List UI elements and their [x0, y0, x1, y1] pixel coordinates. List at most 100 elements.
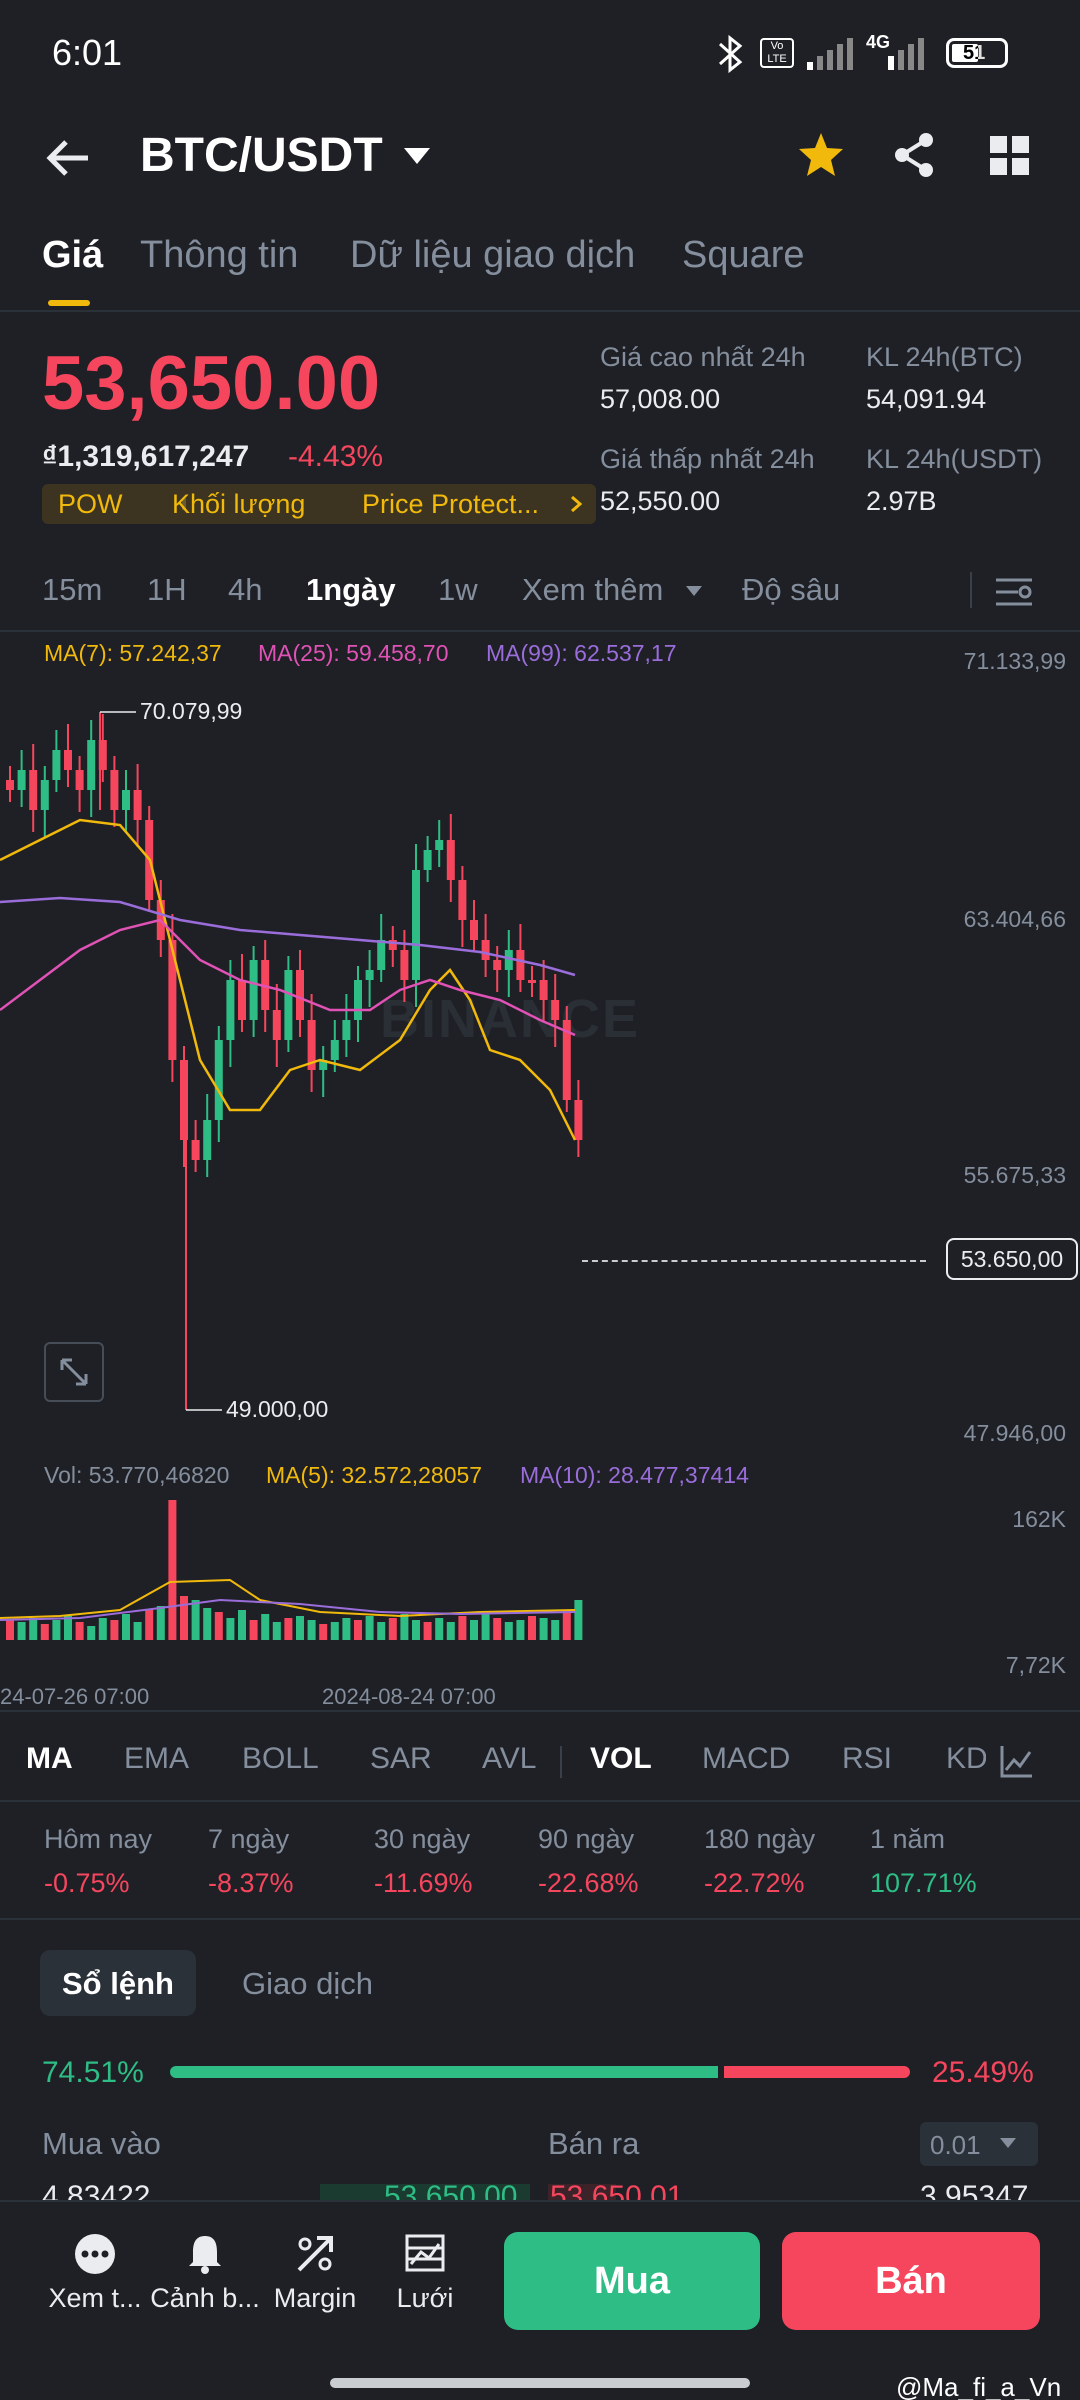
tab-orderbook[interactable]: Sổ lệnh: [40, 1950, 196, 2016]
perf-label: 1 năm: [870, 1824, 946, 1854]
tf-depth[interactable]: Độ sâu: [742, 572, 840, 608]
tab-square[interactable]: Square: [682, 234, 805, 277]
volume-bar: [249, 1620, 258, 1640]
indicator-settings-icon[interactable]: [998, 1744, 1034, 1780]
ind-boll[interactable]: BOLL: [242, 1742, 319, 1776]
tag-pow: POW: [58, 489, 123, 519]
more-button[interactable]: Xem t...: [40, 2232, 150, 2314]
volume-bar: [470, 1620, 478, 1640]
home-indicator[interactable]: [330, 2378, 750, 2388]
ind-sar[interactable]: SAR: [370, 1742, 432, 1776]
ind-kd[interactable]: KD: [946, 1742, 988, 1776]
volume-bar: [40, 1624, 49, 1640]
candle-body: [214, 1040, 223, 1120]
ind-ema[interactable]: EMA: [124, 1742, 189, 1776]
current-price-tag: 53.650,00: [946, 1238, 1078, 1280]
volume-chart[interactable]: Vol: 53.770,46820 MA(5): 32.572,28057 MA…: [0, 1460, 1080, 1710]
tab-trades[interactable]: Giao dịch: [242, 1966, 373, 2002]
timeframe-bar: 15m 1H 4h 1ngày 1w Xem thêm Độ sâu: [0, 566, 1080, 616]
tf-1w[interactable]: 1w: [438, 572, 478, 608]
ind-vol[interactable]: VOL: [590, 1742, 652, 1776]
axis-label: 63.404,66: [963, 906, 1066, 932]
margin-button[interactable]: Margin: [260, 2232, 370, 2314]
user-watermark: @Ma_fi_a_Vn: [896, 2372, 1062, 2400]
bottom-bar: Xem t... Cảnh b... Margin Lưới Mua Bán @…: [0, 2200, 1080, 2400]
candle-body: [191, 1140, 200, 1160]
candle-body: [423, 850, 432, 870]
tab-trading-data[interactable]: Dữ liệu giao dịch: [350, 234, 635, 277]
candle-body: [17, 770, 26, 790]
page-tabs: Giá Thông tin Dữ liệu giao dịch Square: [0, 230, 1080, 310]
tag-price-protect: Price Protect...: [362, 489, 540, 519]
tab-price[interactable]: Giá: [42, 234, 103, 277]
date-label: 2024-08-24 07:00: [322, 1684, 496, 1709]
candle-body: [539, 980, 548, 1000]
tab-info[interactable]: Thông tin: [140, 234, 298, 277]
sell-button[interactable]: Bán: [782, 2232, 1040, 2330]
share-icon[interactable]: [890, 130, 938, 180]
volume-bar: [516, 1620, 525, 1640]
grid-menu-icon[interactable]: [988, 134, 1032, 178]
tf-1d[interactable]: 1ngày: [306, 572, 396, 608]
ind-avl[interactable]: AVL: [482, 1742, 536, 1776]
volume-bar: [481, 1614, 490, 1640]
ind-rsi[interactable]: RSI: [842, 1742, 892, 1776]
chart-settings-icon[interactable]: [994, 574, 1034, 610]
low-label: Giá thấp nhất 24h: [600, 444, 815, 474]
caret-down-icon[interactable]: [400, 144, 434, 170]
precision-select[interactable]: 0.01: [920, 2122, 1038, 2166]
candle-body: [64, 750, 72, 770]
divider: [0, 630, 1080, 632]
ind-macd[interactable]: MACD: [702, 1742, 790, 1776]
low-value: 52,550.00: [600, 486, 721, 516]
volume-bar: [377, 1622, 386, 1640]
volume-bar: [261, 1614, 270, 1640]
divider: [0, 1710, 1080, 1712]
vol-usdt-value: 2.97B: [866, 486, 937, 516]
star-icon[interactable]: [796, 130, 846, 180]
tf-1h[interactable]: 1H: [147, 572, 187, 608]
candlestick-chart[interactable]: 71.133,99 63.404,66 55.675,33 47.946,00 …: [0, 640, 1080, 1460]
candle-body: [6, 780, 14, 790]
fullscreen-button[interactable]: [44, 1342, 104, 1402]
candle-body: [365, 970, 374, 980]
candle-body: [272, 1010, 281, 1040]
pair-title[interactable]: BTC/USDT: [140, 128, 383, 183]
buy-percent: 74.51%: [42, 2056, 144, 2089]
grid-bot-button[interactable]: Lưới: [370, 2232, 480, 2314]
vol-axis-label: 162K: [1012, 1506, 1066, 1532]
volume-bar: [98, 1618, 107, 1640]
perf-label: 90 ngày: [538, 1824, 635, 1854]
date-label: 24-07-26 07:00: [0, 1684, 150, 1709]
candle-body: [203, 1120, 212, 1160]
ratio-buy-fill: [170, 2066, 719, 2078]
volume-bar: [423, 1622, 432, 1640]
app-root: { "status_bar": {"time": "6:01", "batter…: [0, 0, 1080, 2400]
buy-button[interactable]: Mua: [504, 2232, 760, 2330]
ind-ma[interactable]: MA: [26, 1742, 73, 1776]
tf-15m[interactable]: 15m: [42, 572, 102, 608]
candle-body: [133, 790, 142, 820]
volume-bar: [75, 1622, 84, 1640]
tf-4h[interactable]: 4h: [228, 572, 262, 608]
current-price-line: [582, 1260, 926, 1262]
margin-icon: [297, 2236, 333, 2272]
candle-body: [180, 1060, 188, 1140]
tag-strip[interactable]: POW Khối lượng Price Protect...: [42, 484, 596, 524]
candle-body: [342, 1020, 351, 1040]
high-label: Giá cao nhất 24h: [600, 342, 806, 372]
perf-value: -22.68%: [538, 1868, 639, 1898]
more-dots-icon: [75, 2234, 115, 2274]
alert-button[interactable]: Cảnh b...: [150, 2232, 260, 2314]
volume-bar: [307, 1620, 316, 1640]
back-arrow-icon[interactable]: [44, 138, 92, 178]
volume-bar: [180, 1596, 188, 1640]
volume-svg: [0, 1500, 583, 1640]
tf-more[interactable]: Xem thêm: [522, 572, 663, 608]
volume-bar: [435, 1618, 444, 1640]
perf-value: 107.71%: [870, 1868, 977, 1898]
vol-label: Vol: 53.770,46820: [44, 1462, 230, 1488]
axis-label: 47.946,00: [963, 1420, 1066, 1446]
volte-icon: Vo LTE: [760, 38, 794, 68]
candle-body: [87, 740, 96, 790]
